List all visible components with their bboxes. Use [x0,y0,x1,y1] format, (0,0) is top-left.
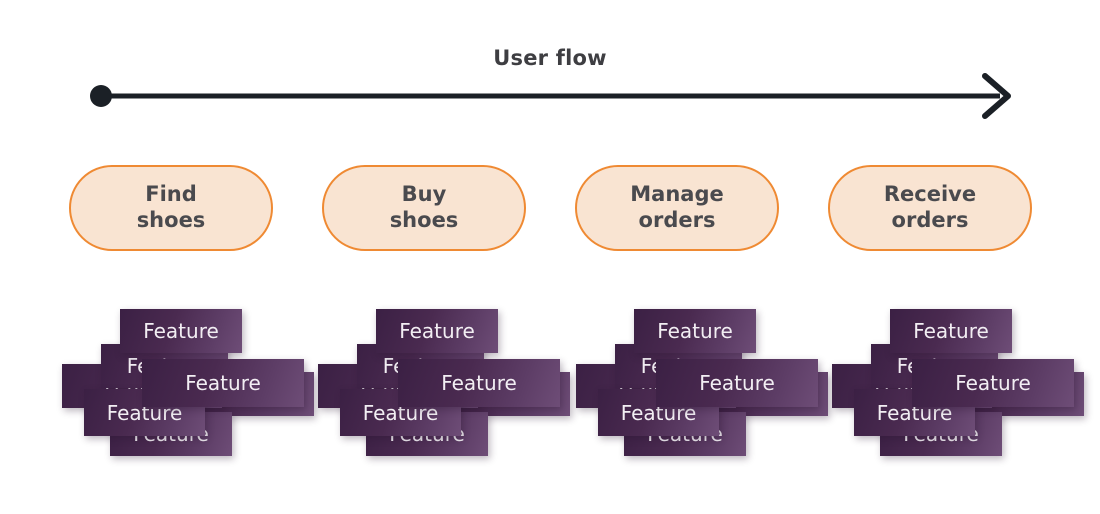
stage-pill-buy-shoes[interactable]: Buy shoes [322,165,526,251]
feature-card[interactable]: Feature [142,359,304,407]
user-flow-arrow [82,72,1022,128]
feature-card[interactable]: Feature [912,359,1074,407]
feature-cluster-manage-orders: Feature Feature Feature Feature Feature … [576,300,828,465]
feature-card[interactable]: Feature [376,309,498,353]
stage-pill-label-line2: orders [638,208,716,232]
stage-pill-receive-orders[interactable]: Receive orders [828,165,1032,251]
stage-pill-label-line1: Receive [883,182,977,207]
feature-cluster-buy-shoes: Feature Feature Feature Feature Feature … [318,300,570,465]
user-flow-diagram: User flow Find shoes Feature Feature Fea… [0,0,1100,514]
feature-card[interactable]: Feature [120,309,242,353]
stage-pill-find-shoes[interactable]: Find shoes [69,165,273,251]
arrow-svg [90,73,1011,119]
feature-card[interactable]: Feature [398,359,560,407]
stage-pill-label-line1: Manage [630,182,724,207]
stage-pill-label-line2: shoes [136,208,206,232]
stage-pill-label-line1: Find [145,182,197,207]
feature-cluster-find-shoes: Feature Feature Feature Feature Feature … [62,300,314,465]
feature-card[interactable]: Feature [634,309,756,353]
page-title: User flow [493,46,607,70]
stage-pill-label-line1: Buy [401,182,447,207]
stage-pill-label-line2: orders [891,208,969,232]
stage-pill-label-line2: shoes [389,208,459,232]
feature-cluster-receive-orders: Feature Feature Feature Feature Feature … [832,300,1084,465]
feature-card[interactable]: Feature [656,359,818,407]
feature-card[interactable]: Feature [890,309,1012,353]
stage-pill-manage-orders[interactable]: Manage orders [575,165,779,251]
